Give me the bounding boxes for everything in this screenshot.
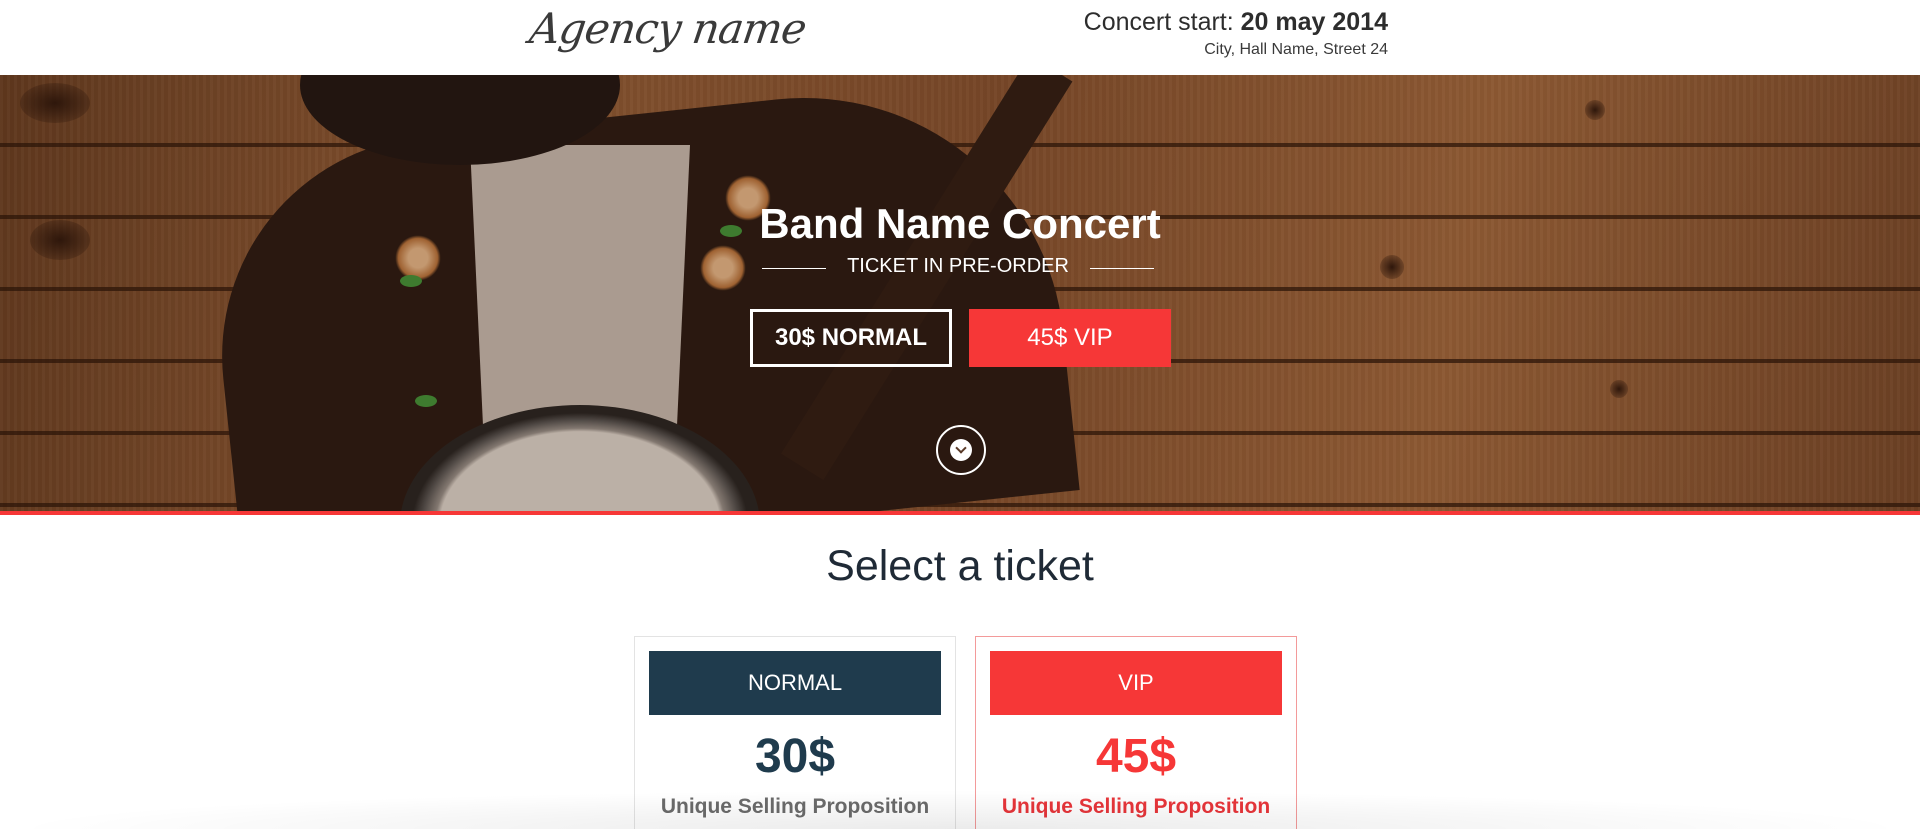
normal-ticket-button[interactable]: 30$ NORMAL — [750, 309, 952, 367]
select-ticket-title: Select a ticket — [826, 542, 1094, 590]
vip-ticket-button[interactable]: 45$ VIP — [969, 309, 1171, 367]
venue-address: City, Hall Name, Street 24 — [1204, 41, 1388, 58]
ticket-card-vip[interactable]: VIP 45$ Unique Selling Proposition — [975, 636, 1297, 829]
agency-logo[interactable]: Agency name — [527, 4, 809, 53]
chevron-down-icon — [950, 439, 972, 461]
concert-start: Concert start: 20 may 2014 — [1084, 8, 1388, 37]
ticket-card-header: VIP — [990, 651, 1282, 715]
ticket-usp: Unique Selling Proposition — [1001, 795, 1271, 818]
subtitle-row: TICKET IN PRE-ORDER — [762, 255, 1154, 281]
hero-banner: Band Name Concert TICKET IN PRE-ORDER 30… — [0, 75, 1920, 511]
concert-info: Concert start: 20 may 2014 City, Hall Na… — [1084, 8, 1388, 59]
ticket-card-normal[interactable]: NORMAL 30$ Unique Selling Proposition — [634, 636, 956, 829]
scroll-down-button[interactable] — [936, 425, 986, 475]
ticket-price: 30$ — [754, 730, 836, 783]
hero-bottom-border — [0, 511, 1920, 515]
site-header: Agency name Concert start: 20 may 2014 C… — [0, 0, 1920, 75]
ticket-card-header: NORMAL — [649, 651, 941, 715]
concert-date: 20 may 2014 — [1240, 8, 1388, 36]
band-title: Band Name Concert — [759, 200, 1161, 247]
bottom-shadow — [0, 790, 1920, 829]
concert-start-label: Concert start: — [1083, 8, 1241, 36]
ticket-price: 45$ — [1095, 730, 1177, 783]
divider-line — [1090, 268, 1154, 269]
preorder-subtitle: TICKET IN PRE-ORDER — [847, 255, 1069, 277]
ticket-usp: Unique Selling Proposition — [660, 795, 930, 818]
hero-content: Band Name Concert TICKET IN PRE-ORDER 30… — [0, 75, 1920, 511]
